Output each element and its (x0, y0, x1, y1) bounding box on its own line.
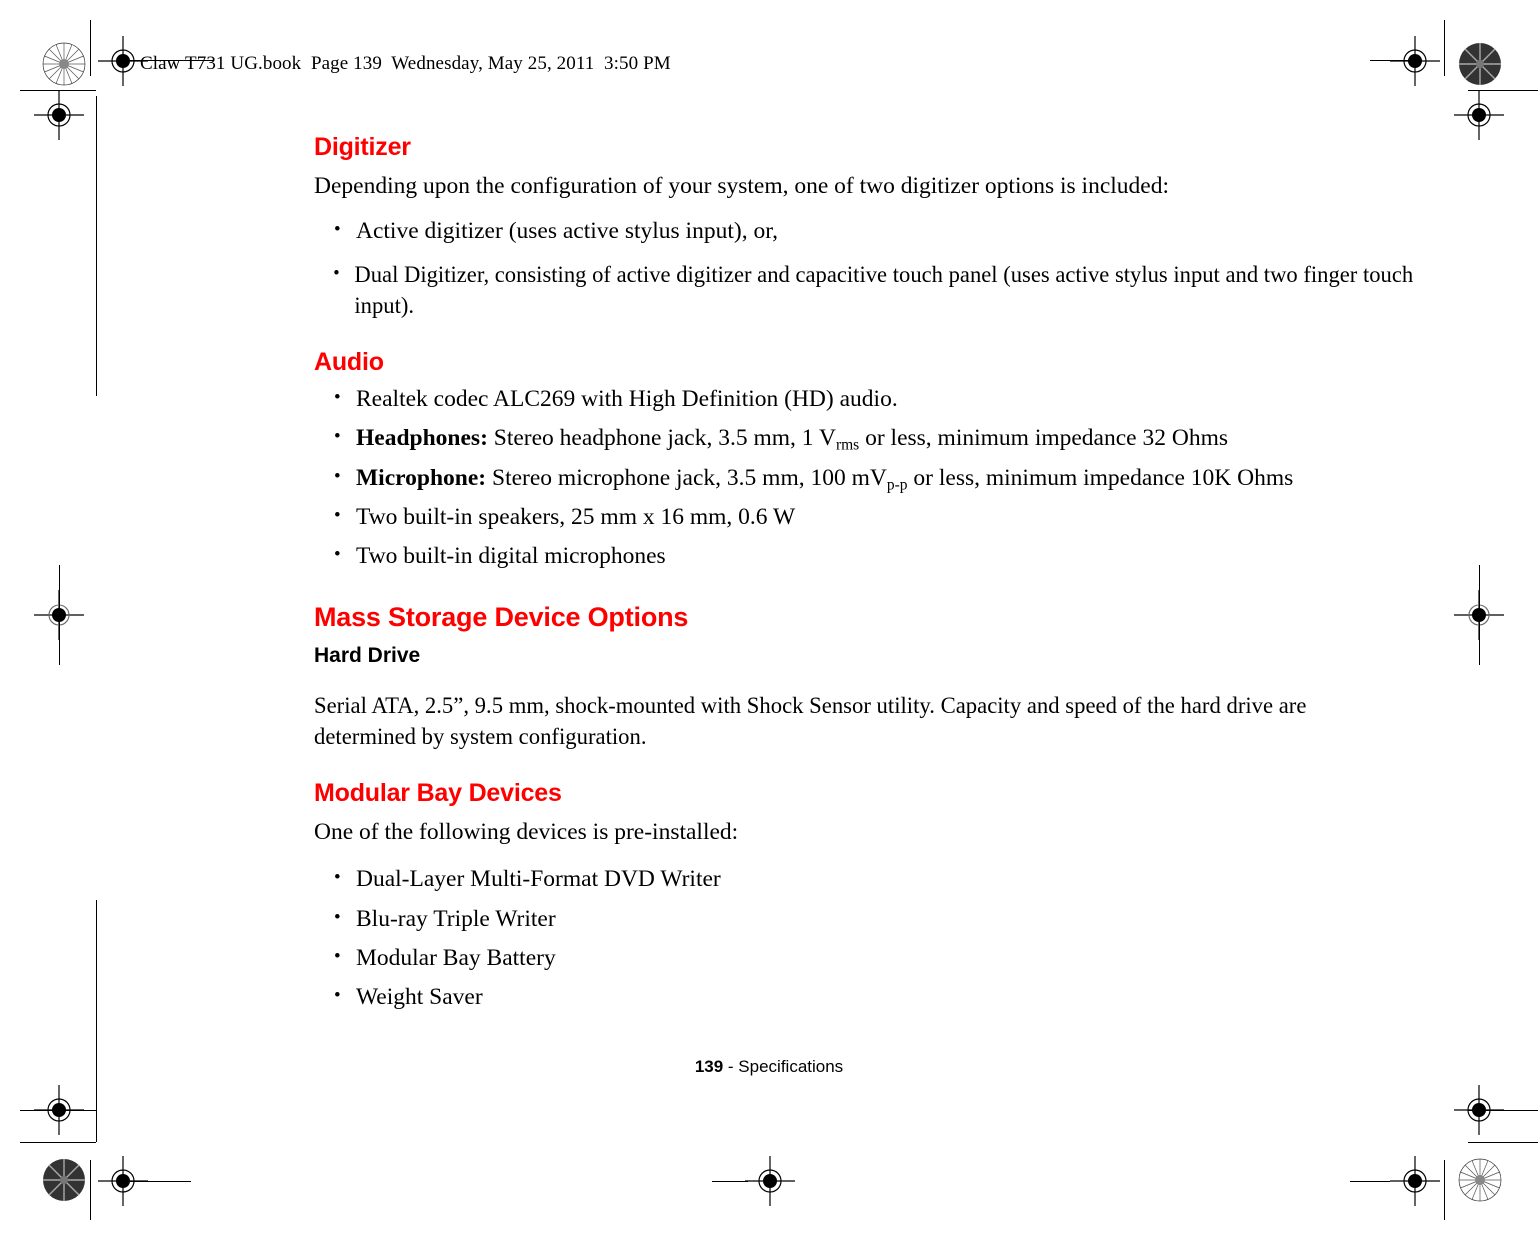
list-item: Weight Saver (314, 981, 1386, 1013)
headphones-text-pre: Stereo headphone jack, 3.5 mm, 1 V (487, 425, 836, 452)
crop-line-right-lower-crop (1468, 1142, 1538, 1143)
subheading-hard-drive: Hard Drive (314, 644, 421, 668)
list-item-microphone: Microphone: Stereo microphone jack, 3.5 … (314, 461, 1386, 494)
list-item: Dual Digitizer, consisting of active dig… (314, 259, 1426, 323)
book-file-slug: Claw T731 UG.book Page 139 Wednesday, Ma… (140, 53, 671, 74)
registration-target-right-middle (1454, 590, 1504, 645)
registration-target-left-middle (34, 590, 84, 645)
microphone-label: Microphone: (356, 464, 487, 491)
crop-line-left-lower-crop (20, 1142, 96, 1143)
heading-digitizer: Digitizer (314, 133, 411, 161)
crop-line-bottom-right-vertical (1444, 1160, 1445, 1220)
crop-line-left-middle-vertical (59, 565, 60, 665)
crop-line-bottom-left-horizontal (123, 1181, 191, 1182)
headphones-text-post: or less, minimum impedance 32 Ohms (859, 425, 1228, 452)
starburst-mark-top-right (1458, 42, 1502, 91)
crop-line-left-upper-horizontal (20, 90, 96, 91)
registration-target-left-upper (34, 90, 84, 145)
list-item: Dual-Layer Multi-Format DVD Writer (314, 863, 1386, 895)
microphone-text-pre: Stereo microphone jack, 3.5 mm, 100 mV (486, 464, 887, 491)
heading-modular-bay-devices: Modular Bay Devices (314, 779, 562, 808)
registration-target-bottom-center (745, 1156, 795, 1211)
microphone-text-post: or less, minimum impedance 10K Ohms (907, 464, 1294, 491)
list-item: Two built-in digital microphones (314, 540, 1386, 572)
microphone-subscript: p-p (886, 475, 908, 493)
registration-target-right-lower (1454, 1085, 1504, 1140)
crop-line-top-right-horizontal (1370, 60, 1418, 61)
crop-line-right-middle-vertical (1479, 565, 1480, 665)
crop-line-bottom-left-vertical (90, 1160, 91, 1220)
crop-line-bottom-center-horizontal (712, 1181, 748, 1182)
list-item: Modular Bay Battery (314, 942, 1386, 974)
starburst-mark-bottom-left (42, 1158, 86, 1207)
list-item: Blu-ray Triple Writer (314, 903, 1386, 935)
heading-mass-storage-device-options: Mass Storage Device Options (314, 602, 689, 633)
crop-line-top-right-vertical (1444, 20, 1445, 76)
heading-audio: Audio (314, 348, 384, 376)
registration-target-bottom-right-inner (1390, 1156, 1440, 1211)
starburst-mark-bottom-right (1458, 1158, 1502, 1207)
footer-section-title: - Specifications (723, 1057, 844, 1076)
page-footer: 139 - Specifications (0, 1057, 1538, 1077)
list-item: Realtek codec ALC269 with High Definitio… (314, 383, 1386, 415)
digitizer-bullet-list: Active digitizer (uses active stylus inp… (314, 215, 1413, 322)
crop-line-bottom-right-horizontal (1350, 1181, 1390, 1182)
registration-target-bottom-left-inner (98, 1156, 148, 1211)
list-item: Active digitizer (uses active stylus inp… (314, 215, 1386, 247)
headphones-subscript: rms (835, 436, 860, 454)
list-item: Two built-in speakers, 25 mm x 16 mm, 0.… (314, 501, 1386, 533)
list-item-headphones: Headphones: Stereo headphone jack, 3.5 m… (314, 422, 1386, 454)
crop-line-right-lower-horizontal (1468, 1110, 1538, 1111)
headphones-label: Headphones: (356, 425, 488, 452)
audio-bullet-list: Realtek codec ALC269 with High Definitio… (314, 383, 1386, 572)
modular-bay-intro-paragraph: One of the following devices is pre-inst… (314, 819, 739, 846)
page-content: Digitizer Depending upon the configurati… (314, 133, 1413, 1013)
crop-line-left-column-lower (96, 900, 97, 1142)
crop-line-left-lower-horizontal (20, 1110, 96, 1111)
hard-drive-paragraph: Serial ATA, 2.5”, 9.5 mm, shock-mounted … (314, 692, 1307, 750)
digitizer-intro-paragraph: Depending upon the configuration of your… (314, 173, 1169, 199)
modular-bay-bullet-list: Dual-Layer Multi-Format DVD Writer Blu-r… (314, 863, 1386, 1013)
registration-target-left-lower (34, 1085, 84, 1140)
crop-line-top-left-vertical (90, 20, 91, 76)
registration-target-top-right-inner (1390, 36, 1440, 91)
starburst-mark-top-left (42, 42, 86, 91)
crop-line-left-column (96, 96, 97, 396)
registration-target-right-upper (1454, 90, 1504, 145)
page-number: 139 (694, 1057, 724, 1076)
crop-line-right-upper-horizontal (1468, 90, 1538, 91)
